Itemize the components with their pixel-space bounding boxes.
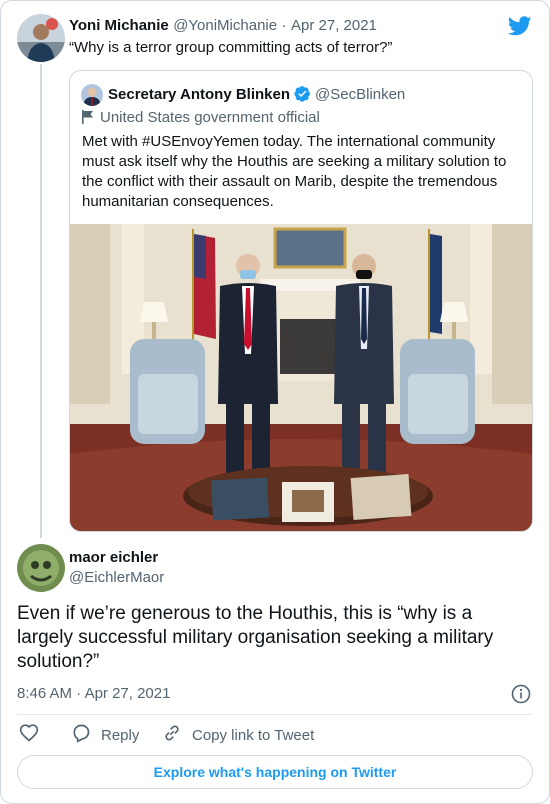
original-tweet-header: Yoni Michanie @YoniMichanie · Apr 27, 20…: [69, 17, 377, 35]
reply-label: Reply: [101, 726, 140, 744]
government-label: United States government official: [82, 109, 320, 129]
explore-twitter-button[interactable]: Explore what's happening on Twitter: [17, 755, 533, 789]
quoted-tweet-text: Met with #USEnvoyYemen today. The intern…: [82, 133, 507, 210]
reply-author-name[interactable]: maor eichler: [69, 549, 158, 567]
quoted-author-name: Secretary Antony Blinken: [108, 86, 290, 103]
quoted-tweet-photo[interactable]: [70, 224, 532, 531]
author-name[interactable]: Yoni Michanie: [69, 17, 169, 34]
tweet-date: Apr 27, 2021: [84, 685, 171, 702]
quoted-tweet-header: Secretary Antony Blinken @SecBlinken: [108, 85, 405, 107]
separator-dot: ·: [281, 17, 287, 34]
flag-icon: [82, 110, 94, 129]
reply-button[interactable]: Reply: [71, 723, 139, 747]
quoted-tweet[interactable]: Secretary Antony Blinken @SecBlinken Unit…: [69, 70, 533, 532]
quoted-author-handle: @SecBlinken: [315, 86, 406, 103]
tweet-timestamp[interactable]: 8:46 AM · Apr 27, 2021: [17, 685, 170, 702]
avatar-secblinken: [81, 84, 103, 106]
info-icon[interactable]: [511, 684, 531, 704]
explore-label: Explore what's happening on Twitter: [153, 764, 397, 780]
government-label-text: United States government official: [100, 109, 320, 126]
timestamp-separator: ·: [76, 685, 82, 702]
link-icon: [162, 723, 182, 747]
verified-badge-icon: [294, 85, 311, 107]
reply-tweet-text: Even if we’re generous to the Houthis, t…: [17, 603, 494, 672]
like-button[interactable]: [19, 723, 39, 747]
avatar-yoni-michanie[interactable]: [17, 14, 65, 62]
reply-icon: [71, 723, 91, 747]
original-tweet-text: “Why is a terror group committing acts o…: [69, 39, 393, 56]
tweet-time: 8:46 AM: [17, 685, 73, 702]
heart-icon: [19, 723, 39, 747]
author-handle[interactable]: @YoniMichanie: [173, 17, 277, 34]
reply-author-handle[interactable]: @EichlerMaor: [69, 569, 164, 586]
divider: [17, 714, 532, 715]
thread-connector-line: [40, 64, 42, 538]
copy-link-label: Copy link to Tweet: [192, 726, 315, 744]
twitter-bird-icon[interactable]: [507, 14, 532, 38]
avatar-maor-eichler[interactable]: [17, 544, 65, 592]
copy-link-button[interactable]: Copy link to Tweet: [162, 723, 314, 747]
reply-author-name-text: maor eichler: [69, 549, 159, 566]
tweet-date[interactable]: Apr 27, 2021: [291, 17, 377, 34]
